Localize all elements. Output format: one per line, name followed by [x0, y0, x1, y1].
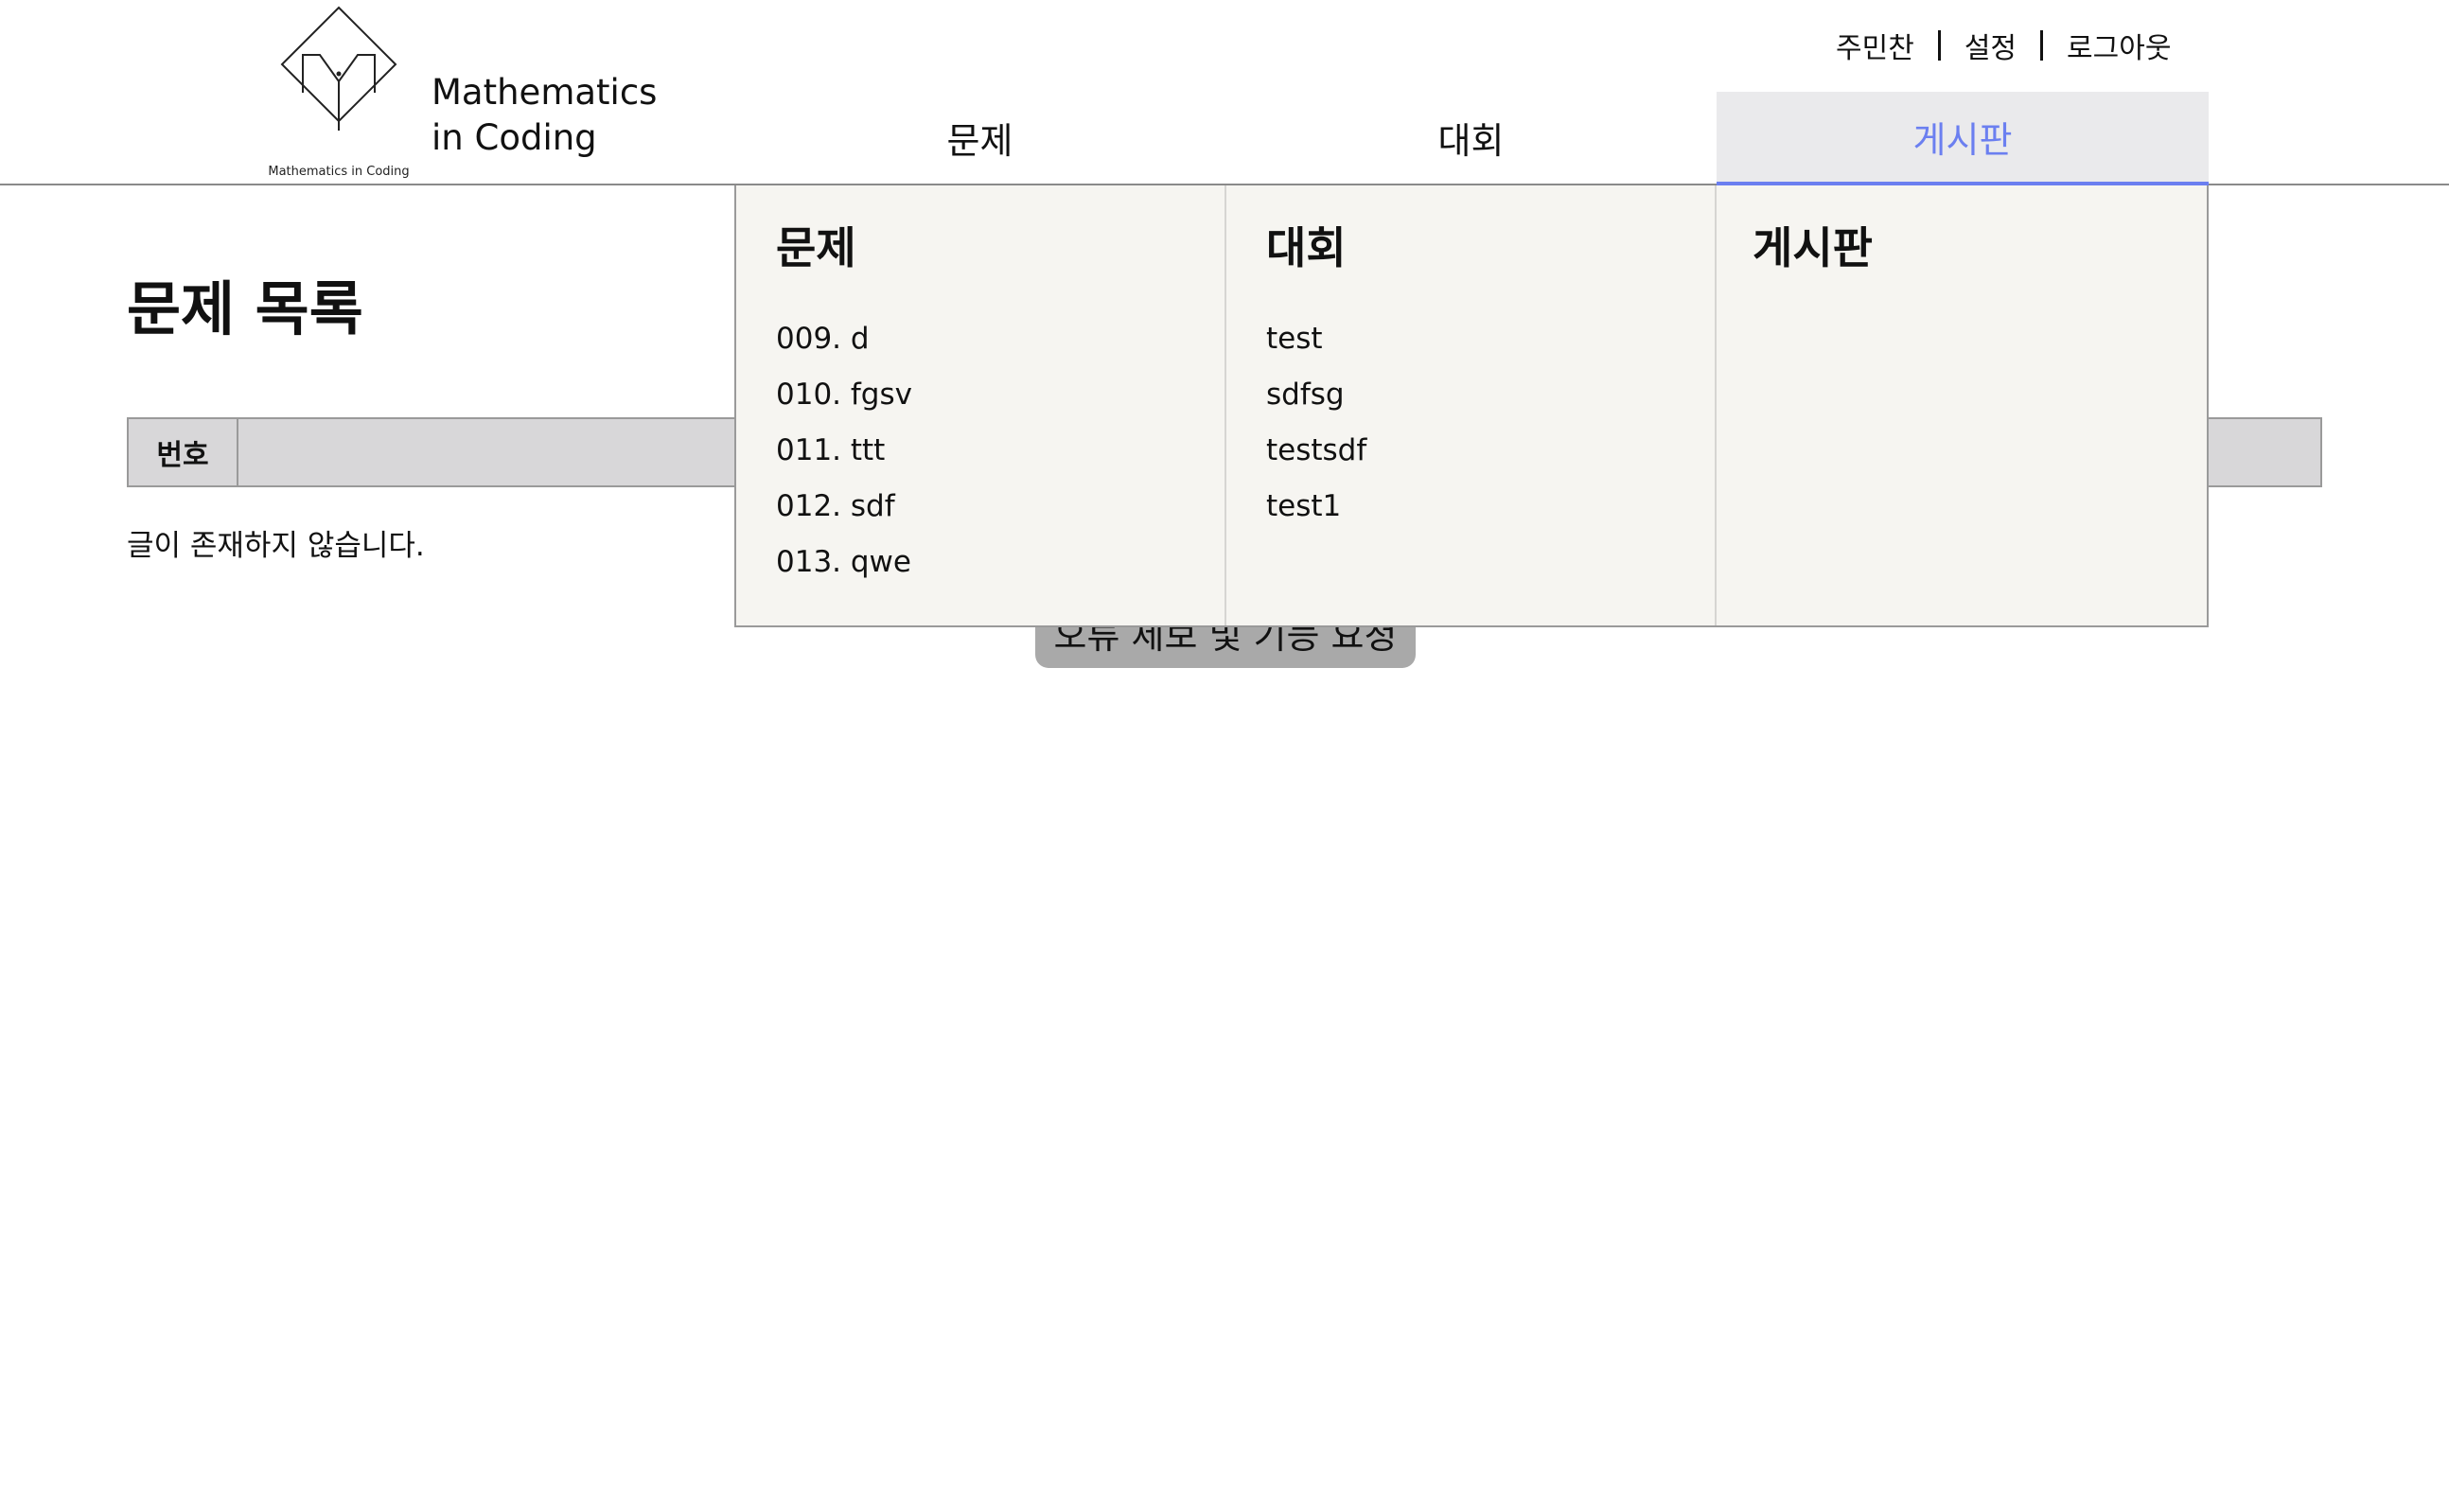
dropdown-item[interactable]: 012. sdf [776, 485, 912, 541]
dropdown-item[interactable]: sdfsg [1266, 374, 1366, 430]
settings-link[interactable]: 설정 [1964, 25, 2017, 66]
empty-message: 글이 존재하지 않습니다. [127, 529, 425, 563]
site-header: Mathematics in Coding Mathematics in Cod… [0, 0, 2449, 185]
nav-tab-board[interactable]: 게시판 [1717, 92, 2209, 185]
page-title: 문제 목록 [127, 274, 363, 343]
user-menu: 주민찬 설정 로그아웃 [1836, 25, 2171, 66]
dropdown-column-board: 게시판 [1717, 185, 2207, 625]
username-link[interactable]: 주민찬 [1836, 25, 1914, 66]
divider [2040, 30, 2044, 61]
logout-link[interactable]: 로그아웃 [2067, 25, 2171, 66]
dropdown-item[interactable]: test1 [1266, 485, 1366, 541]
logo-icon[interactable] [254, 0, 424, 185]
nav-tab-contests[interactable]: 대회 [1225, 92, 1717, 184]
dropdown-column-problems: 문제 009. d 010. fgsv 011. ttt 012. sdf 01… [736, 185, 1226, 625]
dropdown-item[interactable]: testsdf [1266, 430, 1366, 485]
brand-line-2: in Coding [432, 117, 597, 158]
dropdown-column-contests: 대회 test sdfsg testsdf test1 [1226, 185, 1717, 625]
nav-tab-problems[interactable]: 문제 [734, 92, 1225, 184]
dropdown-heading[interactable]: 문제 [776, 214, 856, 276]
nav-dropdown-menu: 문제 009. d 010. fgsv 011. ttt 012. sdf 01… [734, 185, 2209, 627]
dropdown-list: 009. d 010. fgsv 011. ttt 012. sdf 013. … [776, 318, 912, 597]
brand-line-1: Mathematics [432, 72, 658, 113]
dropdown-item[interactable]: 010. fgsv [776, 374, 912, 430]
column-header-number: 번호 [129, 419, 238, 485]
dropdown-list: test sdfsg testsdf test1 [1266, 318, 1366, 541]
dropdown-heading[interactable]: 게시판 [1753, 214, 1873, 276]
dropdown-item[interactable]: 009. d [776, 318, 912, 374]
dropdown-item[interactable]: 013. qwe [776, 541, 912, 597]
dropdown-item[interactable]: 011. ttt [776, 430, 912, 485]
main-nav: 문제 대회 게시판 [734, 92, 2209, 185]
brand-name[interactable]: Mathematics in Coding [432, 70, 657, 161]
logo-caption: Mathematics in Coding [268, 165, 410, 179]
divider [1937, 30, 1941, 61]
dropdown-item[interactable]: test [1266, 318, 1366, 374]
dropdown-heading[interactable]: 대회 [1266, 214, 1347, 276]
